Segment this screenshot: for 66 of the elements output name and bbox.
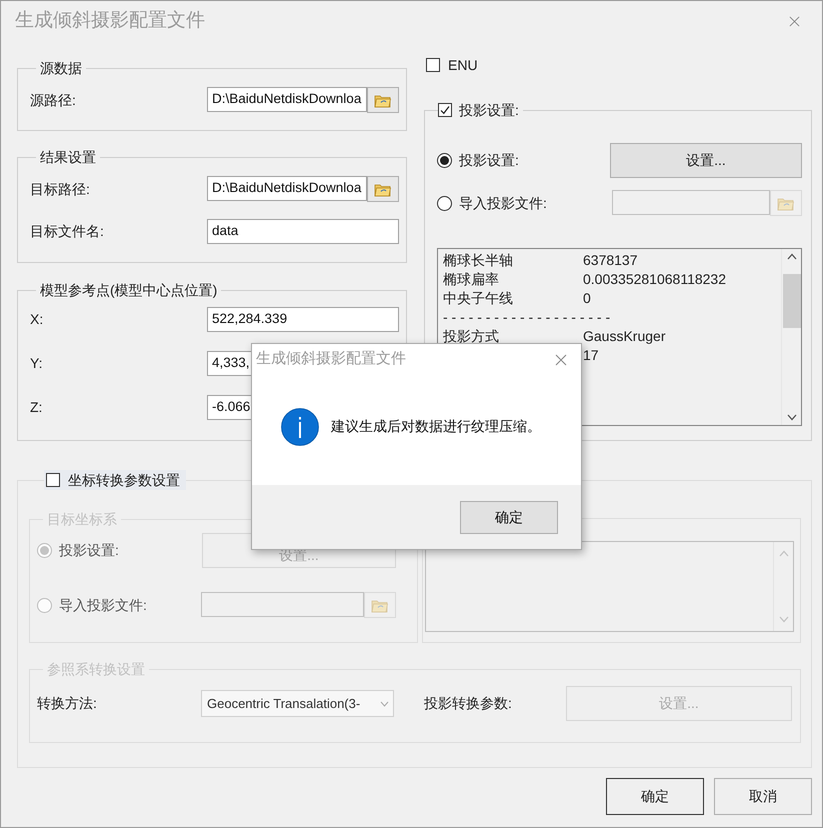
text-field[interactable]: 522,284.339 <box>207 307 399 332</box>
file-field[interactable] <box>201 592 364 617</box>
close-icon[interactable] <box>555 354 567 366</box>
checkbox[interactable] <box>438 103 452 117</box>
text-field[interactable]: D:\BaiduNetdiskDownloa <box>207 87 367 112</box>
info-label: 椭球长半轴 <box>443 252 513 268</box>
field-label: 目标文件名: <box>30 222 104 241</box>
info-label: 中央子午线 <box>443 290 513 306</box>
radio-label: 投影设置: <box>59 541 119 560</box>
scrollbar[interactable] <box>781 249 801 425</box>
text-field[interactable]: data <box>207 219 399 244</box>
group-title: 模型参考点(模型中心点位置) <box>40 281 218 299</box>
browse-button[interactable] <box>367 176 399 202</box>
ok-button[interactable]: 确定 <box>606 778 704 815</box>
dialog-message: 建议生成后对数据进行纹理压缩。 <box>331 417 541 436</box>
info-value: 17 <box>583 346 599 365</box>
info-value: 0 <box>583 289 591 308</box>
radio-label: 导入投影文件: <box>59 596 147 614</box>
radio-button[interactable] <box>437 196 452 210</box>
window-title: 生成倾斜摄影配置文件 <box>15 8 205 33</box>
radio-label: 导入投影文件: <box>459 194 547 212</box>
group-title: 源数据 <box>40 59 82 77</box>
folder-icon <box>374 92 392 108</box>
info-label: - - - - - - - - - - - - - - - - - - - - <box>443 309 610 325</box>
settings-button[interactable]: 设置... <box>610 143 802 178</box>
scroll-up-icon[interactable] <box>786 253 796 260</box>
info-label: 椭球扁率 <box>443 271 499 287</box>
radio-label: 投影设置: <box>459 151 519 170</box>
field-label: 源路径: <box>30 90 76 110</box>
close-icon[interactable] <box>789 16 800 26</box>
radio-button[interactable] <box>37 543 52 558</box>
field-label: 转换方法: <box>37 694 97 710</box>
radio-button[interactable] <box>37 598 52 612</box>
ok-button[interactable]: 确定 <box>460 500 558 534</box>
checkbox-label: ENU <box>448 56 478 74</box>
field-label: X: <box>30 310 44 329</box>
info-value: 0.00335281068118232 <box>583 270 726 289</box>
folder-icon <box>371 598 389 612</box>
info-icon <box>281 408 319 446</box>
radio-button[interactable] <box>437 153 452 168</box>
checkbox-label: 坐标转换参数设置 <box>68 470 180 490</box>
field-label: Z: <box>30 398 42 417</box>
checkbox[interactable] <box>426 58 440 72</box>
field-label: Y: <box>30 354 42 373</box>
scrollbar-thumb[interactable] <box>782 274 800 328</box>
file-field[interactable] <box>612 190 770 215</box>
browse-button[interactable] <box>770 190 802 216</box>
scroll-down-icon[interactable] <box>786 414 796 421</box>
group-title: 结果设置 <box>40 148 96 166</box>
text-area[interactable] <box>425 541 794 632</box>
checkbox-label: 投影设置: <box>459 100 519 120</box>
folder-icon <box>777 196 795 210</box>
method-dropdown[interactable]: Geocentric Transalation(3- <box>201 690 394 717</box>
folder-icon <box>374 182 392 196</box>
text-field[interactable]: D:\BaiduNetdiskDownloa <box>207 176 367 201</box>
chevron-down-icon <box>380 700 389 706</box>
field-label: 投影转换参数: <box>424 694 512 710</box>
info-label: 投影方式 <box>443 328 499 344</box>
field-label: 目标路径: <box>30 180 90 198</box>
cancel-button[interactable]: 取消 <box>714 778 812 815</box>
info-value: GaussKruger <box>583 327 666 346</box>
info-value: 6378137 <box>583 251 638 270</box>
dialog-title: 生成倾斜摄影配置文件 <box>256 349 406 370</box>
browse-button[interactable] <box>367 87 399 113</box>
browse-button[interactable] <box>364 592 396 618</box>
checkbox[interactable] <box>46 473 60 487</box>
